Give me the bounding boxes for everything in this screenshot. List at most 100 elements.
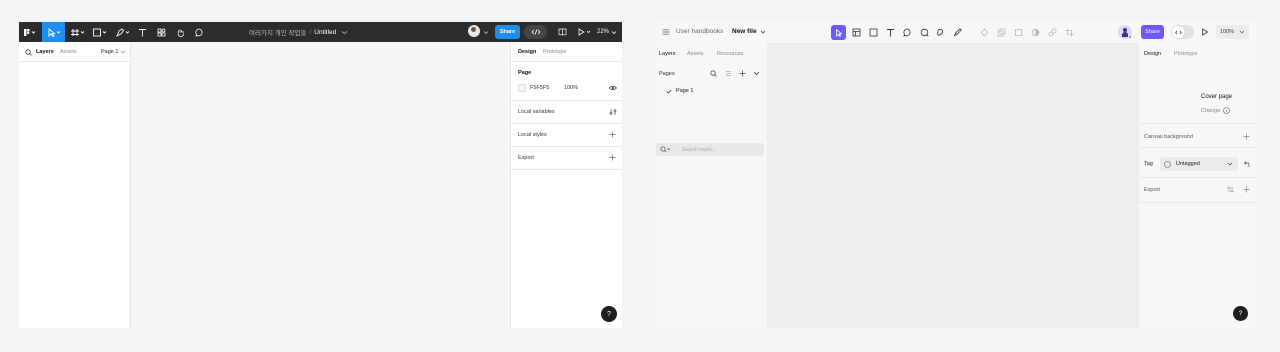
tab-assets[interactable]: Assets — [687, 51, 704, 57]
board-icon[interactable] — [852, 28, 861, 37]
play-icon — [578, 28, 590, 36]
dev-mode-toggle[interactable] — [524, 25, 547, 39]
sort-icon[interactable] — [725, 70, 732, 77]
plus-icon[interactable] — [609, 154, 616, 161]
menu-icon[interactable] — [662, 29, 670, 35]
dev-mode-toggle[interactable] — [1171, 25, 1194, 39]
divider — [511, 146, 622, 147]
file-title[interactable]: New file — [732, 28, 766, 35]
divider — [1139, 177, 1256, 178]
text-icon[interactable] — [886, 28, 895, 37]
divider — [19, 61, 131, 62]
cursor-icon — [835, 28, 843, 37]
tab-prototype[interactable]: Prototype — [543, 49, 567, 55]
help-button[interactable]: ? — [1233, 306, 1248, 321]
search-icon[interactable] — [25, 49, 32, 56]
chevron-down-icon — [1227, 162, 1233, 166]
zoom-value: 22% — [597, 29, 610, 35]
export-label: Export — [1144, 187, 1160, 193]
contrast-icon[interactable] — [1031, 28, 1040, 37]
tab-layers[interactable]: Layers — [36, 49, 54, 55]
tab-assets[interactable]: Assets — [60, 49, 77, 55]
toolbar: User handbooks New file Share 100% — [655, 22, 1256, 43]
copy-icon[interactable] — [997, 28, 1006, 37]
frame-icon — [71, 28, 85, 36]
text-icon — [138, 28, 146, 36]
cover-change-button[interactable]: Change — [1201, 107, 1231, 114]
comment-tool-button[interactable] — [193, 26, 205, 38]
tag-value: Untagged — [1176, 161, 1200, 167]
project-breadcrumb[interactable]: User handbooks — [676, 28, 723, 35]
page-color-hex[interactable]: F5F5F5 — [530, 85, 549, 91]
divider — [1139, 147, 1256, 148]
shape-tool-button[interactable] — [91, 26, 109, 38]
resources-tool-button[interactable] — [155, 26, 167, 38]
user-avatar[interactable] — [468, 25, 480, 37]
cover-change-label: Change — [1201, 107, 1221, 114]
plus-icon[interactable] — [609, 131, 616, 138]
divider — [511, 169, 622, 170]
tab-layers[interactable]: Layers — [659, 51, 676, 57]
page-selector[interactable]: Page 1 — [101, 49, 126, 55]
chevron-down-icon[interactable] — [483, 30, 489, 35]
user-avatar[interactable] — [1118, 25, 1132, 39]
chevron-down-icon — [1239, 30, 1245, 34]
pen-tool-button[interactable] — [114, 26, 132, 38]
text-tool-button[interactable] — [136, 26, 148, 38]
component-icon[interactable] — [980, 28, 989, 37]
move-tool-button[interactable] — [42, 22, 65, 42]
tag-select[interactable]: Untagged — [1160, 157, 1238, 171]
ellipse-icon[interactable] — [920, 28, 929, 37]
search-icon[interactable] — [710, 70, 717, 77]
help-button[interactable]: ? — [601, 306, 617, 322]
frame-icon[interactable] — [1014, 28, 1023, 37]
tab-design[interactable]: Design — [518, 49, 536, 55]
zoom-control[interactable]: 22% — [597, 26, 619, 38]
hand-tool-button[interactable] — [174, 26, 186, 38]
plus-icon[interactable] — [1243, 186, 1250, 193]
undo-icon[interactable] — [1243, 161, 1250, 168]
frame-tool-button[interactable] — [69, 26, 87, 38]
path-icon[interactable] — [903, 28, 912, 37]
link-icon[interactable] — [1048, 28, 1057, 37]
cover-page-title: Cover page — [1201, 94, 1233, 100]
file-title[interactable]: 여러가지 개인 작업들 / Untitled — [249, 27, 389, 37]
zoom-control[interactable]: 100% — [1216, 25, 1249, 39]
variables-icon[interactable] — [609, 108, 617, 116]
rectangle-icon[interactable] — [869, 28, 878, 37]
main-menu-button[interactable] — [22, 26, 38, 38]
curve-icon[interactable] — [936, 28, 945, 37]
pen-icon[interactable] — [953, 28, 962, 37]
move-tool-button[interactable] — [831, 25, 846, 40]
tag-label: Tag — [1144, 161, 1153, 167]
file-name[interactable]: Untitled — [314, 29, 336, 36]
path-separator: / — [309, 28, 312, 36]
settings-icon[interactable] — [1227, 186, 1234, 193]
library-button[interactable] — [556, 26, 568, 38]
eye-icon[interactable] — [609, 85, 617, 91]
page-list-item[interactable]: Page 1 — [659, 85, 763, 97]
present-button[interactable] — [576, 26, 592, 38]
play-icon[interactable] — [1201, 28, 1209, 36]
project-path[interactable]: 여러가지 개인 작업들 — [249, 27, 306, 37]
crop-icon[interactable] — [1065, 28, 1074, 37]
page-color-swatch[interactable] — [518, 84, 526, 92]
tab-prototype[interactable]: Prototype — [1174, 51, 1198, 57]
local-styles-label: Local styles — [518, 132, 547, 138]
code-icon — [1174, 30, 1182, 34]
file-name: New file — [732, 28, 757, 35]
share-button[interactable]: Share — [495, 25, 520, 39]
plus-icon[interactable] — [1243, 133, 1250, 140]
tab-resources[interactable]: Resources — [717, 51, 743, 57]
design-panel: Design Prototype Page F5F5F5 100% Local … — [510, 42, 622, 328]
book-icon — [558, 28, 566, 36]
chevron-down-icon[interactable] — [753, 71, 760, 76]
share-button[interactable]: Share — [1141, 25, 1164, 39]
page-selector-label: Page 1 — [101, 49, 119, 55]
tab-design[interactable]: Design — [1144, 51, 1161, 57]
divider — [1139, 123, 1256, 124]
plus-icon[interactable] — [739, 70, 746, 77]
layer-search-box[interactable]: Search layers... — [656, 143, 764, 156]
chevron-down-icon — [121, 50, 126, 54]
page-opacity[interactable]: 100% — [564, 85, 578, 91]
